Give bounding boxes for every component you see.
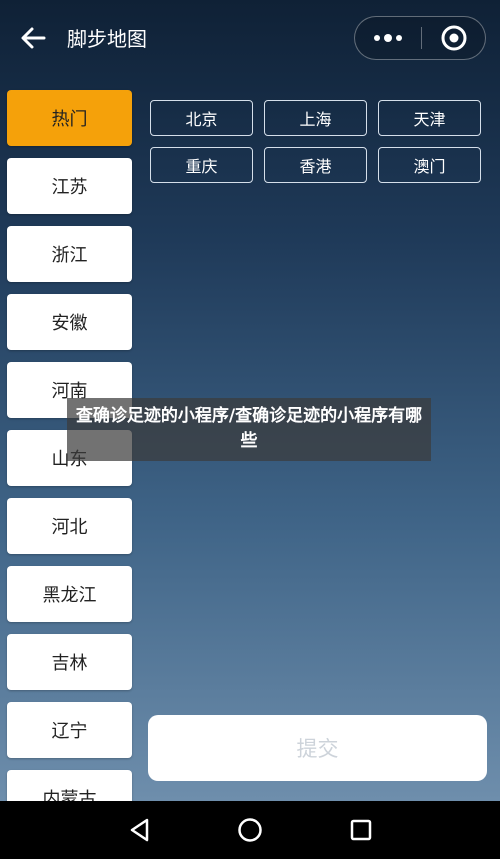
close-button[interactable] <box>422 17 486 59</box>
target-circle-icon <box>441 25 467 51</box>
province-label: 内蒙古 <box>42 789 97 801</box>
city-button-hongkong[interactable]: 香港 <box>264 147 367 183</box>
province-item-hot[interactable]: 热门 <box>7 90 132 146</box>
city-button-shanghai[interactable]: 上海 <box>264 100 367 136</box>
city-label: 北京 <box>185 110 218 129</box>
arrow-left-icon <box>21 27 46 49</box>
city-button-beijing[interactable]: 北京 <box>150 100 253 136</box>
city-button-chongqing[interactable]: 重庆 <box>150 147 253 183</box>
city-label: 重庆 <box>185 157 218 176</box>
more-button[interactable] <box>355 17 421 59</box>
app-screen: 脚步地图 热门 江苏 浙江 安徽 河南 河北 黑龙江 吉林 辽宁 内蒙古 北京 … <box>0 0 500 801</box>
recents-square-icon <box>350 819 372 841</box>
page-title: 脚步地图 <box>67 27 147 51</box>
province-item-anhui[interactable]: 安徽 <box>7 294 132 350</box>
city-button-tianjin[interactable]: 天津 <box>378 100 481 136</box>
province-item-jiangsu[interactable]: 江苏 <box>7 158 132 214</box>
nav-back-button[interactable] <box>125 815 155 845</box>
province-item-hebei[interactable]: 河北 <box>7 498 132 554</box>
submit-button[interactable]: 提交 <box>148 715 487 781</box>
province-label: 热门 <box>51 109 88 130</box>
nav-home-button[interactable] <box>235 815 265 845</box>
province-label: 河北 <box>51 517 88 538</box>
mini-program-capsule <box>354 16 486 60</box>
city-label: 天津 <box>413 110 446 129</box>
caption-text: 查确诊足迹的小程序/查确诊足迹的小程序有哪些 <box>75 406 423 451</box>
system-nav-bar <box>0 801 500 859</box>
caption-overlay: 查确诊足迹的小程序/查确诊足迹的小程序有哪些 <box>67 398 431 461</box>
header: 脚步地图 <box>0 0 500 80</box>
province-label: 吉林 <box>51 653 88 674</box>
province-label: 辽宁 <box>51 721 88 742</box>
province-label: 江苏 <box>51 177 88 198</box>
province-item-zhejiang[interactable]: 浙江 <box>7 226 132 282</box>
province-item-heilongjiang[interactable]: 黑龙江 <box>7 566 132 622</box>
more-dots-icon <box>374 34 402 42</box>
province-label: 浙江 <box>51 245 88 266</box>
province-label: 安徽 <box>51 313 88 334</box>
province-label: 黑龙江 <box>42 585 97 606</box>
home-circle-icon <box>238 818 262 842</box>
nav-recents-button[interactable] <box>346 815 376 845</box>
city-button-macau[interactable]: 澳门 <box>378 147 481 183</box>
back-triangle-icon <box>130 818 149 842</box>
city-label: 上海 <box>299 110 332 129</box>
province-item-neimenggu[interactable]: 内蒙古 <box>7 770 132 801</box>
province-item-jilin[interactable]: 吉林 <box>7 634 132 690</box>
back-button[interactable] <box>16 20 52 56</box>
city-label: 香港 <box>299 157 332 176</box>
city-label: 澳门 <box>413 157 446 176</box>
province-item-liaoning[interactable]: 辽宁 <box>7 702 132 758</box>
